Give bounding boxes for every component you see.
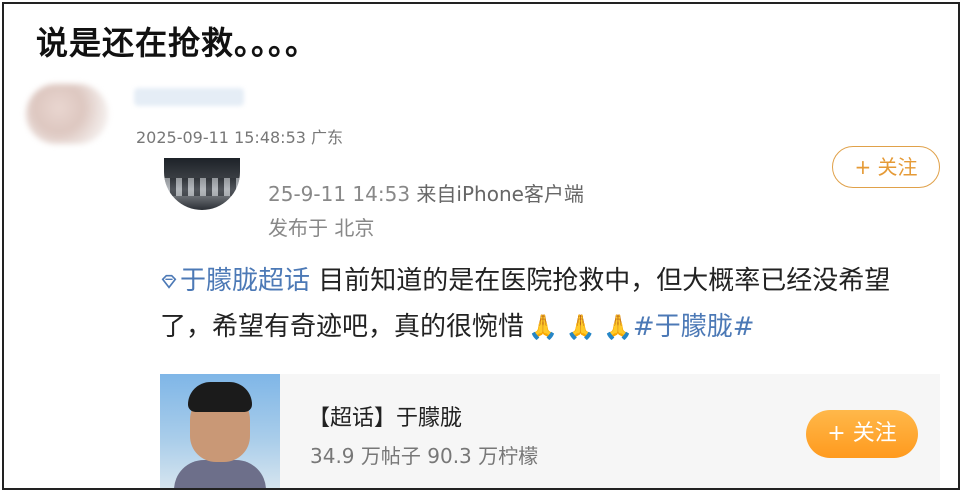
- post-source-prefix: 来自: [410, 182, 457, 206]
- headline: 说是还在抢救。。。。: [36, 24, 319, 62]
- commenter-name-blurred[interactable]: [134, 88, 244, 106]
- screenshot-frame: 说是还在抢救。。。。 2025-09-11 15:48:53 广东 + 关注 2…: [2, 2, 960, 490]
- comment-meta: 2025-09-11 15:48:53 广东: [136, 128, 344, 147]
- poster-avatar[interactable]: [164, 158, 240, 210]
- supertopic-card[interactable]: 【超话】于朦胧 34.9 万帖子 90.3 万柠檬 + 关注: [160, 374, 940, 488]
- post-body: 于朦胧超话 目前知道的是在医院抢救中，但大概率已经没希望了，希望有奇迹吧，真的很…: [160, 258, 940, 350]
- follow-button-top[interactable]: + 关注: [832, 146, 940, 188]
- topic-link-label: 于朦胧超话: [180, 266, 311, 296]
- pray-emoji-icon: 🙏 🙏 🙏: [528, 313, 633, 341]
- supertopic-title: 【超话】于朦胧: [308, 406, 463, 431]
- post-source-app: iPhone客户端: [456, 182, 584, 206]
- supertopic-diamond-icon: [161, 274, 177, 289]
- commenter-avatar[interactable]: [26, 84, 108, 144]
- post-location: 发布于 北京: [268, 216, 375, 240]
- supertopic-cover-image: [160, 374, 280, 488]
- follow-button[interactable]: + 关注: [806, 410, 918, 458]
- post-time: 25-9-11 14:53: [268, 182, 411, 206]
- topic-link[interactable]: 于朦胧超话: [160, 266, 318, 296]
- post-time-source: 25-9-11 14:53 来自iPhone客户端: [268, 178, 584, 207]
- hashtag-link[interactable]: #于朦胧#: [633, 312, 755, 342]
- supertopic-stats: 34.9 万帖子 90.3 万柠檬: [310, 444, 539, 468]
- quoted-post: + 关注 25-9-11 14:53 来自iPhone客户端 发布于 北京 于朦…: [160, 146, 950, 488]
